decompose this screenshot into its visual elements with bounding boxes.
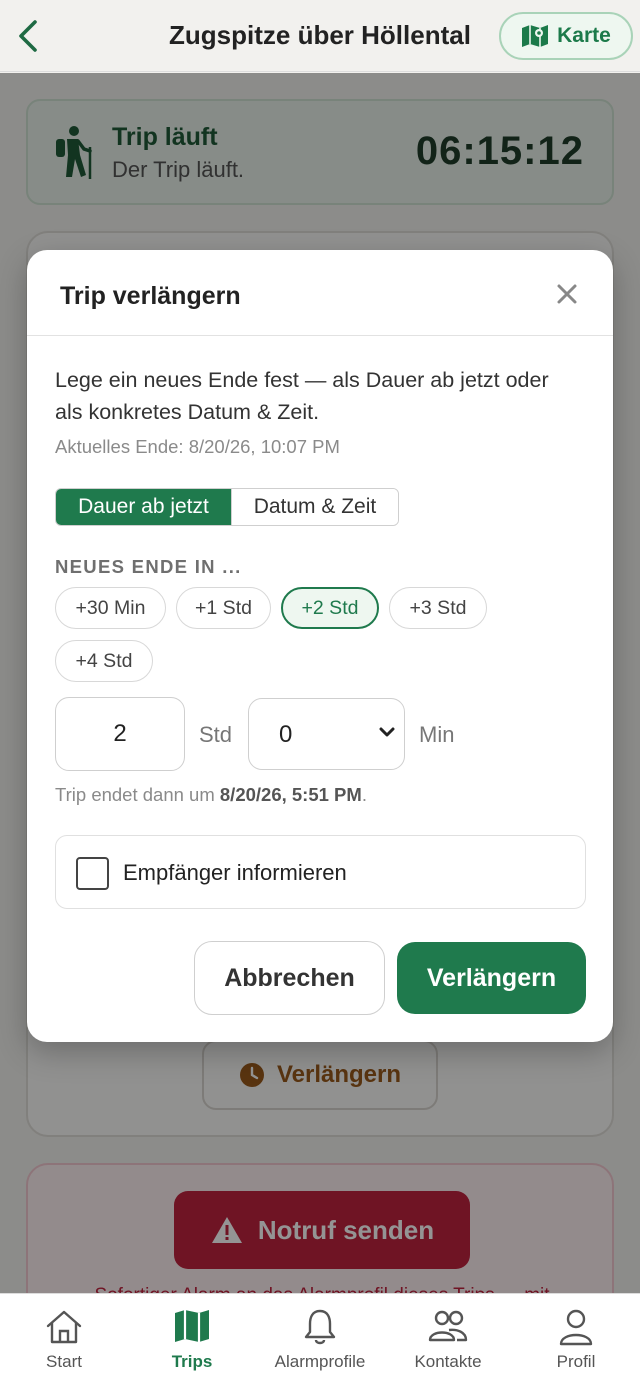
chevron-left-icon [19,20,37,52]
cancel-button[interactable]: Abbrechen [194,941,385,1015]
minutes-select[interactable]: 0 [248,698,405,770]
minutes-value: 0 [279,721,293,748]
tab-start[interactable]: Start [0,1294,128,1386]
hours-input[interactable]: 2 [55,697,185,771]
notify-checkbox[interactable] [76,857,109,890]
chip-30-min[interactable]: +30 Min [55,587,166,629]
tab-alarm-profiles-label: Alarmprofile [274,1352,366,1371]
tab-profile-label: Profil [556,1352,596,1371]
page-title: Zugspitze über Höllental [169,20,471,50]
dialog-header: Trip verlängern [27,250,613,336]
projected-end-prefix: Trip endet dann um [55,784,215,805]
hours-unit: Std [199,722,233,747]
back-button[interactable] [8,14,48,58]
projected-end-text: Trip endet dann um 8/20/26, 5:51 PM. [55,784,367,806]
tab-profile[interactable]: Profil [512,1294,640,1386]
map-icon [522,25,549,47]
tab-contacts[interactable]: Kontakte [384,1294,512,1386]
tab-date-time[interactable]: Datum & Zeit [230,489,398,525]
mode-segmented-control: Dauer ab jetzt Datum & Zeit [55,488,399,526]
tab-contacts-label: Kontakte [414,1352,482,1371]
dialog-title: Trip verlängern [60,282,241,310]
home-icon [46,1310,82,1344]
extend-trip-dialog: Trip verlängern Lege ein neues Ende fest… [27,250,613,1042]
tab-duration[interactable]: Dauer ab jetzt [56,489,231,525]
chip-2-std[interactable]: +2 Std [281,587,379,629]
tab-start-label: Start [46,1352,82,1371]
tab-alarm-profiles[interactable]: Alarmprofile [256,1294,384,1386]
map-icon [175,1310,209,1342]
dialog-description: Lege ein neues Ende fest — als Dauer ab … [55,368,549,424]
projected-end-value: 8/20/26, 5:51 PM [219,784,362,805]
chip-4-std[interactable]: +4 Std [55,640,153,682]
confirm-extend-button[interactable]: Verlängern [397,942,586,1014]
close-button[interactable] [551,278,583,310]
person-icon [559,1309,593,1346]
notify-label: Empfänger informieren [123,860,347,885]
app-header: Zugspitze über Höllental Karte [0,0,640,72]
bell-icon [304,1309,336,1345]
close-icon [557,284,577,304]
contacts-icon [428,1310,468,1342]
chevron-down-icon [379,727,395,737]
tab-trips-label: Trips [171,1352,213,1371]
projected-end-suffix: . [361,784,367,805]
bottom-tab-bar: Start Trips Alarmprofile Kontakte Profil [0,1293,640,1386]
chip-1-std[interactable]: +1 Std [176,587,271,629]
map-button[interactable]: Karte [499,12,633,60]
chip-3-std[interactable]: +3 Std [389,587,487,629]
tab-trips[interactable]: Trips [128,1294,256,1386]
current-end-text: Aktuelles Ende: 8/20/26, 10:07 PM [55,436,340,457]
notify-recipients-row[interactable]: Empfänger informieren [55,835,586,909]
minutes-unit: Min [419,722,455,747]
map-button-label: Karte [557,24,611,47]
section-label: NEUES ENDE IN ... [55,556,242,577]
